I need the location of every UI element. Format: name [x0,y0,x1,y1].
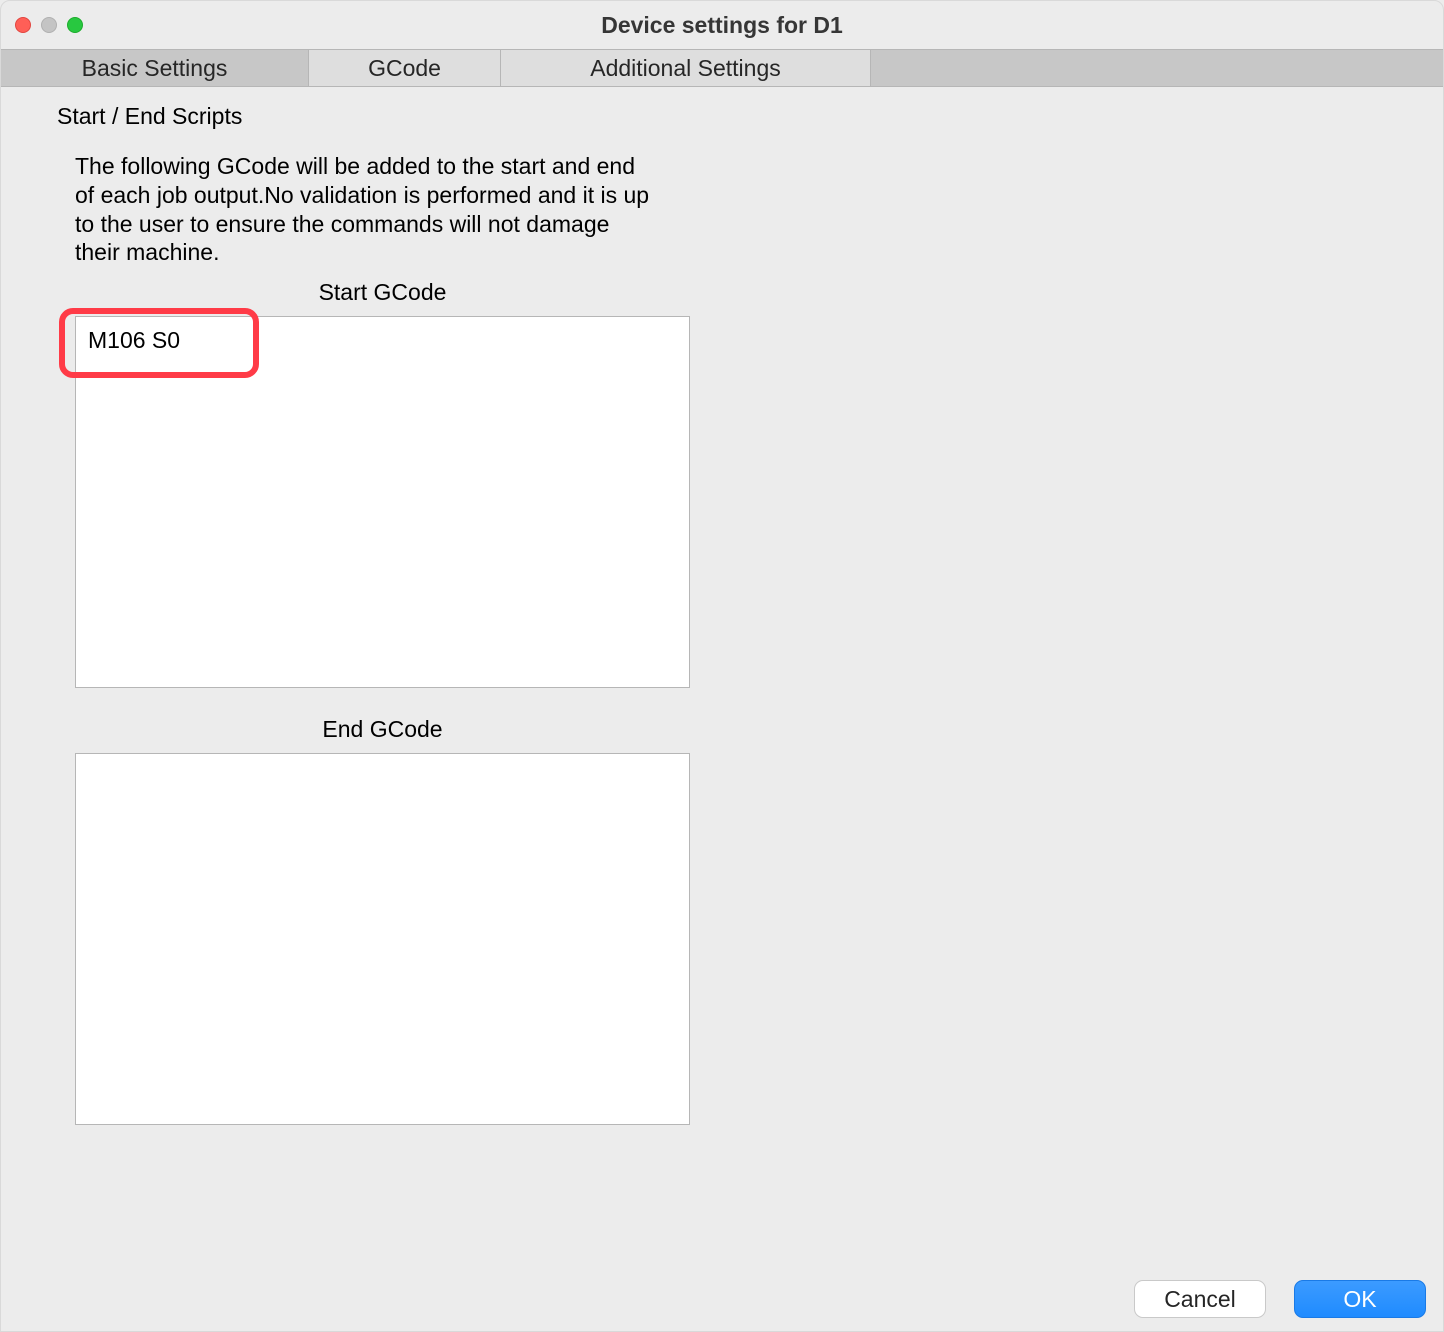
window-title: Device settings for D1 [1,12,1443,39]
content-area: Start / End Scripts The following GCode … [1,87,1443,1331]
start-gcode-wrap [75,316,690,694]
close-icon[interactable] [15,17,31,33]
tab-bar: Basic Settings GCode Additional Settings [1,49,1443,87]
section-heading: Start / End Scripts [57,103,1395,130]
end-gcode-input[interactable] [75,753,690,1125]
device-settings-window: Device settings for D1 Basic Settings GC… [0,0,1444,1332]
start-gcode-label: Start GCode [75,279,690,306]
cancel-button[interactable]: Cancel [1134,1280,1266,1318]
titlebar: Device settings for D1 [1,1,1443,49]
end-gcode-label: End GCode [75,716,690,743]
minimize-icon[interactable] [41,17,57,33]
tab-gcode[interactable]: GCode [309,50,501,86]
window-controls [15,17,83,33]
end-gcode-wrap [75,753,690,1131]
tab-basic-settings[interactable]: Basic Settings [1,50,309,86]
maximize-icon[interactable] [67,17,83,33]
tab-filler [871,50,1443,86]
section-description: The following GCode will be added to the… [75,152,655,267]
dialog-footer: Cancel OK [1134,1280,1426,1318]
ok-button[interactable]: OK [1294,1280,1426,1318]
tab-additional-settings[interactable]: Additional Settings [501,50,871,86]
start-gcode-input[interactable] [75,316,690,688]
